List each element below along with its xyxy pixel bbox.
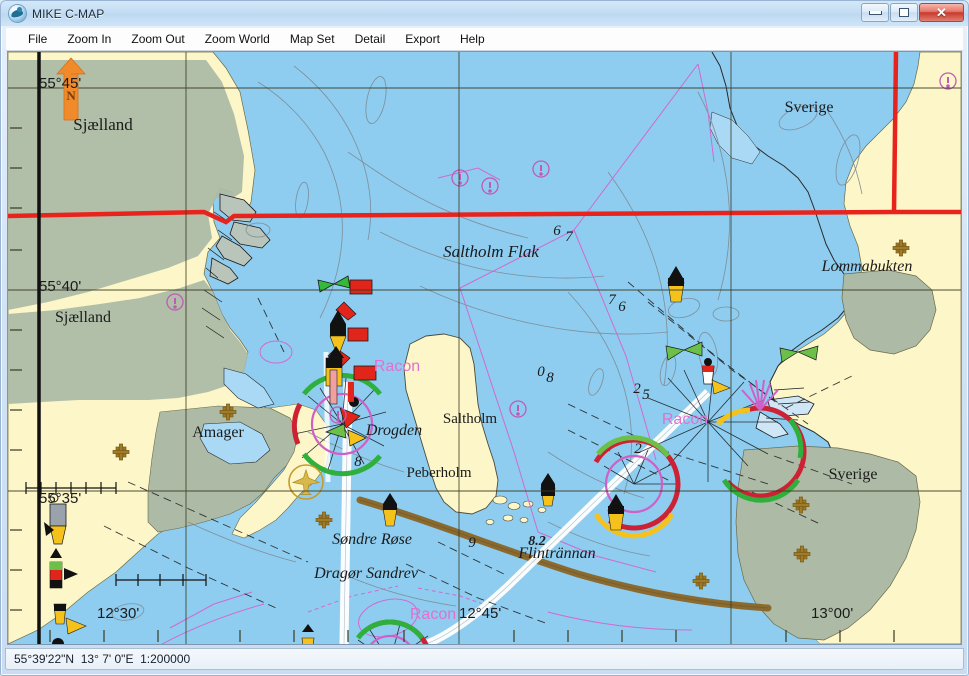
latitude-label: 55°35' [39,490,81,507]
latitude-label: 55°40' [39,278,81,295]
menu-item-map-set[interactable]: Map Set [280,30,345,48]
place-label: Sjælland [73,115,133,134]
depth-sounding: 8.2 [528,534,546,549]
menu-item-file[interactable]: File [18,30,57,48]
place-label: Sverige [785,99,834,116]
title-bar[interactable]: MIKE C-MAP ✕ [1,1,968,26]
menu-bar: File Zoom In Zoom Out Zoom World Map Set… [6,28,963,51]
depth-sounding: 2 [634,441,642,457]
longitude-label: 12°45' [459,605,501,622]
racon-label: Racon [662,411,708,428]
latitude-label: 55°45' [39,75,81,92]
place-label: Saltholm Flak [443,242,539,261]
place-label: Dragør Sandrev [313,565,419,582]
minimize-button[interactable] [861,3,889,22]
maximize-icon [899,8,909,17]
menu-item-export[interactable]: Export [395,30,450,48]
longitude-label: 13°00' [811,605,853,622]
menu-item-zoom-world[interactable]: Zoom World [195,30,280,48]
place-label: Lommabukten [821,258,913,275]
depth-sounding: 9 [468,535,476,551]
status-coordinates: 55°39'22"N 13° 7' 0"E 1:200000 [14,652,191,666]
menu-item-zoom-out[interactable]: Zoom Out [121,30,194,48]
close-icon: ✕ [936,5,947,20]
place-label: Søndre Røse [332,531,412,548]
maximize-button[interactable] [890,3,918,22]
close-button[interactable]: ✕ [919,3,964,22]
place-label: Amager [192,424,244,441]
place-label: Saltholm [443,411,498,427]
depth-sounding: 5 [642,387,650,403]
racon-label: Racon [374,358,420,375]
racon-label: Racon [410,606,456,623]
menu-item-zoom-in[interactable]: Zoom In [57,30,121,48]
airport-icon [288,464,324,500]
depth-sounding: 6 [618,299,626,315]
window-title: MIKE C-MAP [32,6,105,21]
place-label: Sverige [829,466,878,483]
place-label: Sjælland [55,309,111,326]
map-canvas[interactable]: N m SjællandSjællandSverigeSverigeAmager… [7,51,962,645]
status-bar: 55°39'22"N 13° 7' 0"E 1:200000 [5,648,964,670]
minimize-icon [868,10,882,15]
menu-item-help[interactable]: Help [450,30,495,48]
window-controls: ✕ [860,3,964,23]
depth-sounding: 2 [633,381,641,397]
menu-item-detail[interactable]: Detail [345,30,396,48]
depth-sounding: 8 [546,370,554,386]
application-window: MIKE C-MAP ✕ File Zoom In Zoom Out Zoom … [0,0,969,676]
depth-sounding: 8 [354,454,362,470]
place-label: Peberholm [407,465,472,481]
longitude-label: 12°30' [97,605,139,622]
place-label: Drogden [365,422,422,439]
depth-sounding: 0 [537,364,545,380]
nautical-chart[interactable]: N m SjællandSjællandSverigeSverigeAmager… [8,52,961,644]
depth-sounding: 6 [553,223,561,239]
mike-cmap-logo-icon [9,5,26,22]
